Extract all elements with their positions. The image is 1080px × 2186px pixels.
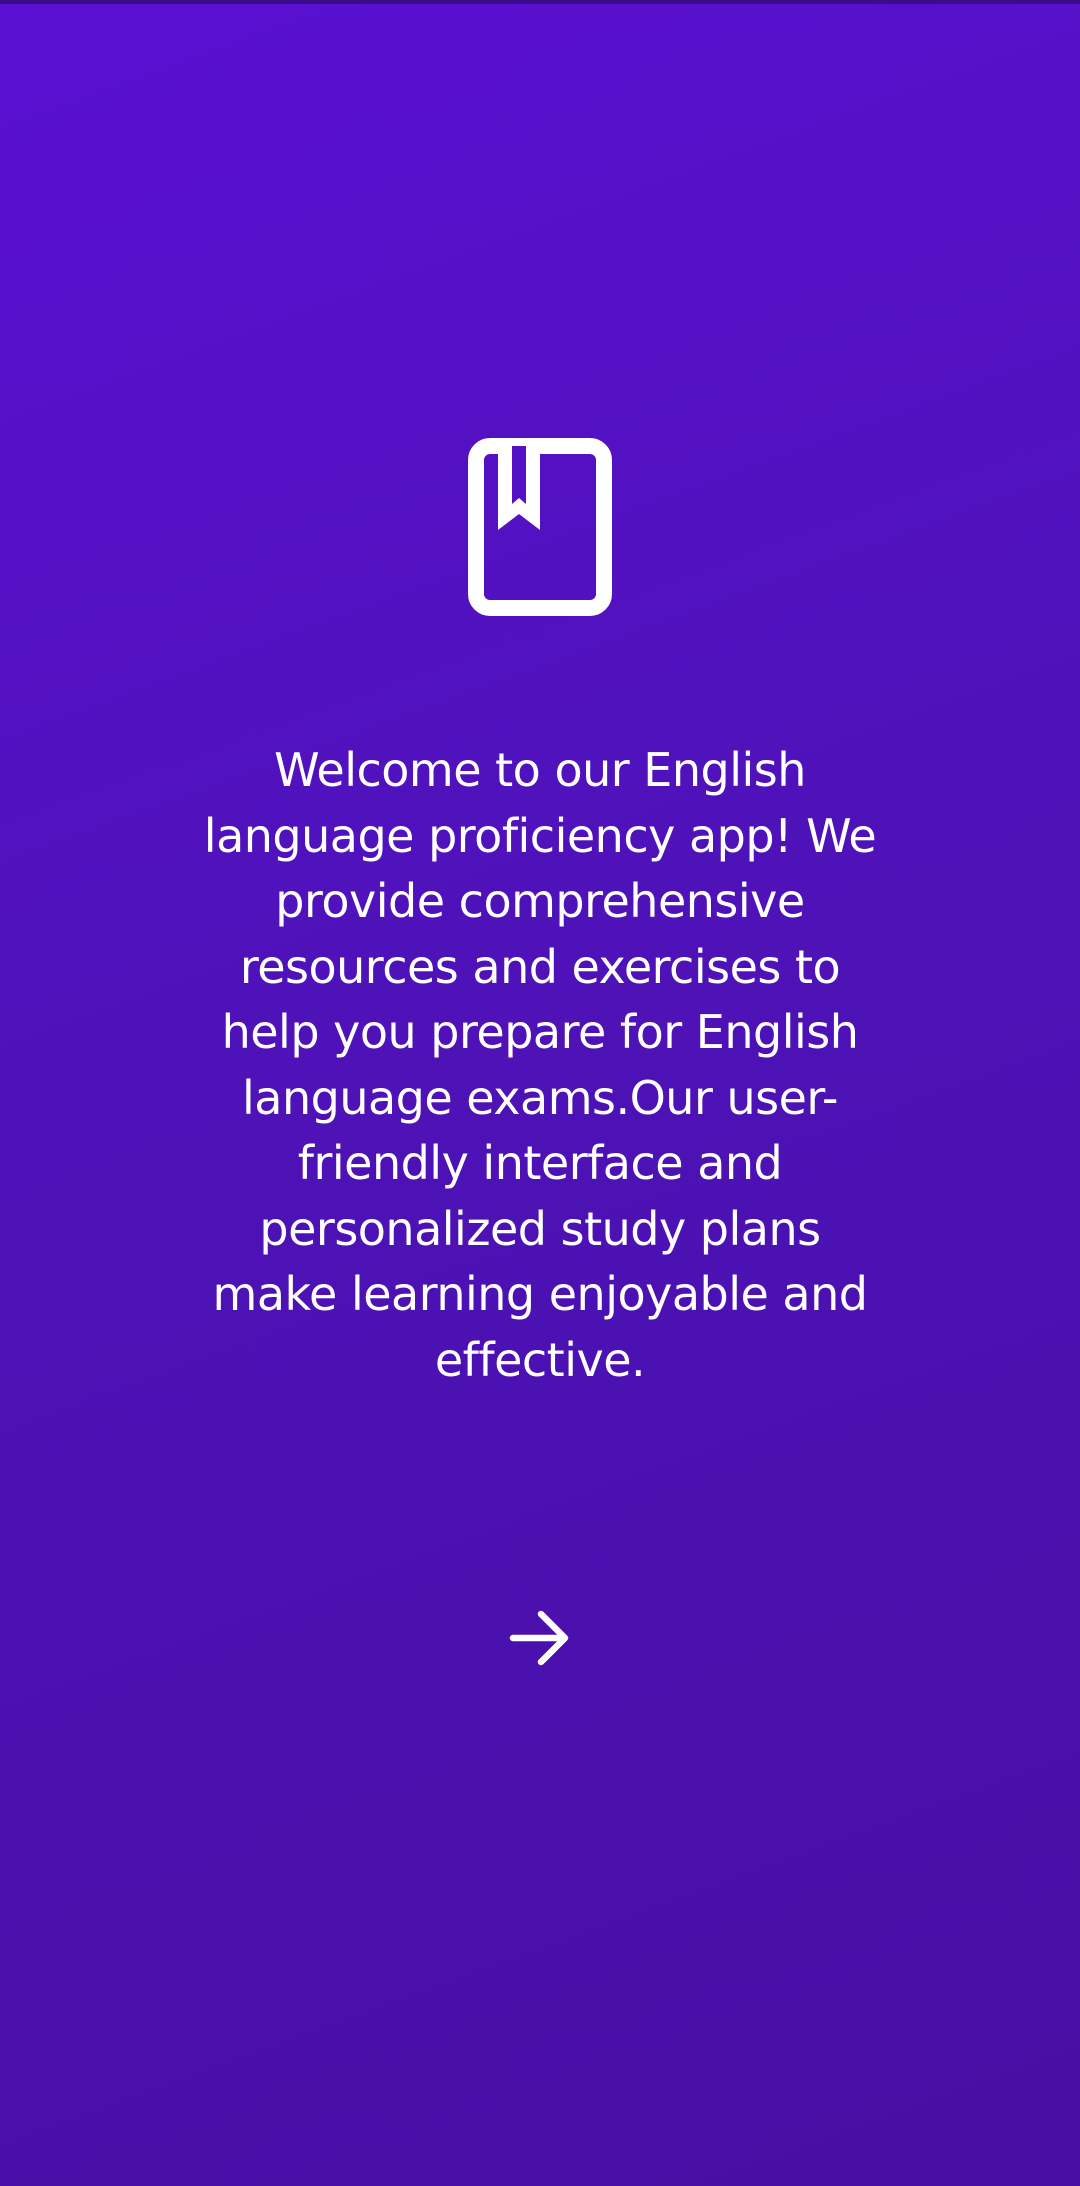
top-edge-divider — [0, 0, 1080, 4]
welcome-message: Welcome to our English language proficie… — [203, 743, 877, 1387]
next-button[interactable] — [490, 1588, 590, 1688]
arrow-right-icon — [509, 1610, 569, 1666]
bookmark-book-icon — [468, 438, 612, 616]
